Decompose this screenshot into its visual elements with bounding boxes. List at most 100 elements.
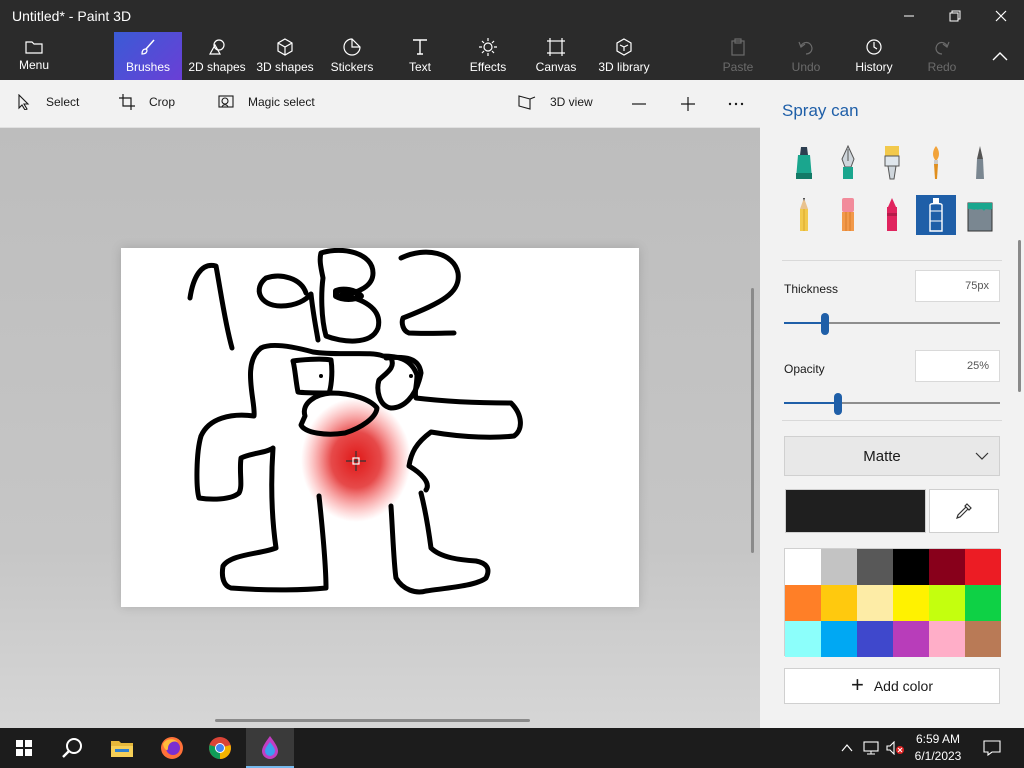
brush-watercolor[interactable] <box>916 143 956 183</box>
tab-canvas[interactable]: Canvas <box>534 32 578 80</box>
firefox-icon <box>161 737 183 759</box>
color-swatch[interactable] <box>785 621 821 657</box>
select-button[interactable]: Select <box>16 94 79 110</box>
brush-marker[interactable] <box>784 143 824 183</box>
color-swatch[interactable] <box>893 549 929 585</box>
minimize-icon <box>904 15 914 17</box>
taskbar-clock[interactable]: 6:59 AM 6/1/2023 <box>905 731 971 765</box>
redo-button[interactable]: Redo <box>922 32 962 80</box>
brush-spray-can[interactable] <box>916 195 956 235</box>
tab-2d-shapes[interactable]: 2D shapes <box>185 32 249 80</box>
search-button[interactable] <box>48 728 96 768</box>
brushes-panel: Spray can Thickness 75px Opacity 25% Mat… <box>760 80 1024 728</box>
workspace-vertical-scrollbar[interactable] <box>751 288 754 553</box>
thickness-value-field[interactable]: 75px <box>915 270 1000 302</box>
zoom-in-button[interactable] <box>680 96 710 112</box>
tab-3d-library[interactable]: 3D library <box>596 32 652 80</box>
chevron-down-icon <box>975 452 989 460</box>
slider-thumb[interactable] <box>834 393 842 415</box>
color-swatch[interactable] <box>821 585 857 621</box>
color-swatch[interactable] <box>821 549 857 585</box>
network-button[interactable] <box>860 728 882 768</box>
tab-text[interactable]: Text <box>400 32 440 80</box>
panel-title: Spray can <box>782 101 859 120</box>
action-label: Paste <box>722 60 754 74</box>
paint-3d-button[interactable] <box>246 728 294 768</box>
tab-label: Stickers <box>330 60 374 74</box>
color-swatch[interactable] <box>785 585 821 621</box>
3d-view-button[interactable]: 3D view <box>518 94 593 110</box>
drawing-canvas[interactable] <box>121 247 639 607</box>
brush-pixel-pen[interactable] <box>960 143 1000 183</box>
undo-icon <box>798 41 813 55</box>
minus-icon <box>632 103 646 105</box>
opacity-value-field[interactable]: 25% <box>915 350 1000 382</box>
color-swatch[interactable] <box>857 585 893 621</box>
eyedropper-button[interactable] <box>929 489 999 533</box>
file-explorer-icon <box>111 741 133 757</box>
tab-brushes[interactable]: Brushes <box>114 32 182 80</box>
minimize-button[interactable] <box>886 0 932 32</box>
thickness-slider[interactable] <box>784 313 1000 335</box>
opacity-slider[interactable] <box>784 393 1000 415</box>
menu-label: Menu <box>18 58 50 72</box>
collapse-ribbon-button[interactable] <box>984 32 1016 80</box>
file-explorer-button[interactable] <box>98 728 146 768</box>
stickers-icon <box>343 38 361 56</box>
text-icon <box>413 39 427 55</box>
crop-button[interactable]: Crop <box>119 94 175 110</box>
oil-brush-icon <box>884 146 900 180</box>
show-hidden-icons-button[interactable] <box>836 728 858 768</box>
volume-button[interactable] <box>884 728 906 768</box>
panel-divider <box>782 420 1002 421</box>
brush-eraser[interactable] <box>828 195 868 235</box>
slider-fill <box>784 322 826 324</box>
slider-thumb[interactable] <box>821 313 830 335</box>
color-swatch[interactable] <box>929 585 965 621</box>
panel-scrollbar[interactable] <box>1018 240 1021 392</box>
color-swatch[interactable] <box>785 549 821 585</box>
color-swatch[interactable] <box>893 621 929 657</box>
workspace-horizontal-scrollbar[interactable] <box>215 719 530 722</box>
color-swatch[interactable] <box>965 585 1001 621</box>
tab-effects[interactable]: Effects <box>466 32 510 80</box>
brush-pencil[interactable] <box>784 195 824 235</box>
notifications-button[interactable] <box>968 728 1016 768</box>
restore-button[interactable] <box>932 0 978 32</box>
paste-button[interactable]: Paste <box>718 32 758 80</box>
taskbar: 6:59 AM 6/1/2023 <box>0 728 1024 768</box>
history-button[interactable]: History <box>850 32 898 80</box>
tab-stickers[interactable]: Stickers <box>326 32 378 80</box>
brush-crayon[interactable] <box>872 195 912 235</box>
undo-button[interactable]: Undo <box>786 32 826 80</box>
color-swatch[interactable] <box>821 621 857 657</box>
magic-select-button[interactable]: Magic select <box>218 94 315 110</box>
brush-oil[interactable] <box>872 143 912 183</box>
finish-dropdown[interactable]: Matte <box>784 436 1000 476</box>
effects-icon <box>479 38 497 56</box>
workspace <box>0 128 760 728</box>
color-swatch[interactable] <box>929 621 965 657</box>
menu-button[interactable]: Menu <box>8 32 60 80</box>
color-swatch[interactable] <box>965 549 1001 585</box>
more-options-button[interactable] <box>728 96 758 112</box>
color-swatch[interactable] <box>929 549 965 585</box>
brush-fill[interactable] <box>960 195 1000 235</box>
add-color-button[interactable]: + Add color <box>784 668 1000 704</box>
plus-icon: + <box>850 672 864 697</box>
calligraphy-pen-icon <box>841 145 855 179</box>
zoom-out-button[interactable] <box>631 96 661 112</box>
color-swatch[interactable] <box>857 549 893 585</box>
color-swatch[interactable] <box>965 621 1001 657</box>
brush-calligraphy-pen[interactable] <box>828 143 868 183</box>
color-swatch[interactable] <box>857 621 893 657</box>
volume-muted-icon <box>886 741 904 755</box>
chrome-button[interactable] <box>196 728 244 768</box>
color-swatch[interactable] <box>893 585 929 621</box>
close-button[interactable] <box>978 0 1024 32</box>
action-label: Undo <box>791 60 821 74</box>
current-color-swatch[interactable] <box>785 489 926 533</box>
tab-3d-shapes[interactable]: 3D shapes <box>254 32 316 80</box>
start-button[interactable] <box>0 728 48 768</box>
firefox-button[interactable] <box>148 728 196 768</box>
